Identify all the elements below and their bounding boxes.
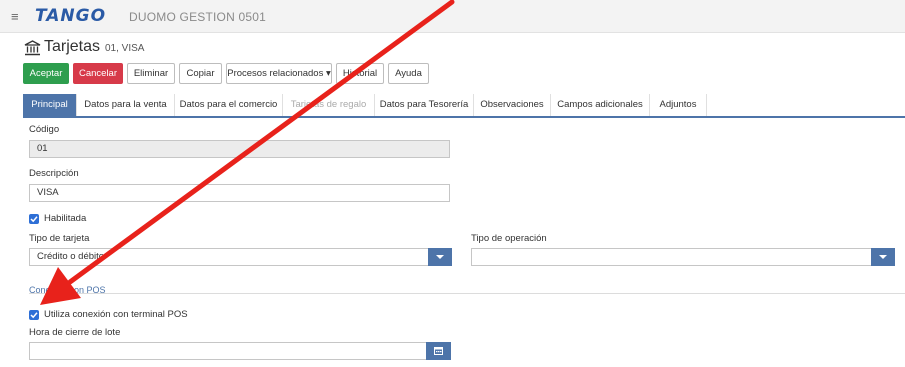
cancel-button[interactable]: Cancelar bbox=[73, 63, 123, 84]
section-divider bbox=[29, 293, 905, 294]
app-logo: TANGO bbox=[35, 6, 107, 26]
tipo-operacion-select[interactable] bbox=[471, 248, 895, 266]
tab-bar: Principal Datos para la venta Datos para… bbox=[23, 94, 905, 118]
tab-datos-venta[interactable]: Datos para la venta bbox=[77, 94, 175, 116]
copy-button[interactable]: Copiar bbox=[179, 63, 222, 84]
habilitada-label: Habilitada bbox=[44, 213, 87, 224]
tab-datos-comercio[interactable]: Datos para el comercio bbox=[175, 94, 283, 116]
tab-principal[interactable]: Principal bbox=[23, 94, 77, 116]
help-button[interactable]: Ayuda bbox=[388, 63, 429, 84]
tab-campos-adicionales[interactable]: Campos adicionales bbox=[551, 94, 650, 116]
habilitada-checkbox[interactable] bbox=[29, 214, 39, 224]
page-title: Tarjetas bbox=[44, 38, 101, 55]
tipo-operacion-label: Tipo de operación bbox=[471, 233, 547, 244]
codigo-label: Código bbox=[29, 124, 60, 135]
tab-observaciones[interactable]: Observaciones bbox=[474, 94, 551, 116]
hamburger-icon[interactable]: ≡ bbox=[11, 9, 19, 24]
tab-datos-tesoreria[interactable]: Datos para Tesorería bbox=[375, 94, 474, 116]
tab-tarjetas-regalo[interactable]: Tarjetas de regalo bbox=[283, 94, 375, 116]
bank-icon bbox=[24, 40, 41, 56]
hora-cierre-label: Hora de cierre de lote bbox=[29, 327, 121, 338]
related-processes-button[interactable]: Procesos relacionados ▾ bbox=[226, 63, 332, 84]
accept-button[interactable]: Aceptar bbox=[23, 63, 69, 84]
chevron-down-icon[interactable] bbox=[871, 248, 895, 266]
tipo-tarjeta-label: Tipo de tarjeta bbox=[29, 233, 90, 244]
hora-cierre-field[interactable] bbox=[29, 342, 451, 360]
codigo-field[interactable]: 01 bbox=[29, 140, 450, 158]
calendar-icon bbox=[434, 347, 443, 355]
company-name: DUOMO GESTION 0501 bbox=[129, 10, 266, 24]
tab-adjuntos[interactable]: Adjuntos bbox=[650, 94, 707, 116]
calendar-button[interactable] bbox=[426, 342, 451, 360]
descripcion-label: Descripción bbox=[29, 168, 79, 179]
utiliza-pos-label: Utiliza conexión con terminal POS bbox=[44, 309, 188, 320]
page-subtitle: 01, VISA bbox=[105, 43, 145, 54]
check-icon bbox=[30, 312, 38, 319]
top-bar: ≡ TANGO DUOMO GESTION 0501 bbox=[0, 0, 905, 33]
tipo-tarjeta-value: Crédito o débito bbox=[37, 251, 105, 262]
delete-button[interactable]: Eliminar bbox=[127, 63, 175, 84]
check-icon bbox=[30, 216, 38, 223]
chevron-down-icon[interactable] bbox=[428, 248, 452, 266]
utiliza-pos-checkbox[interactable] bbox=[29, 310, 39, 320]
tipo-tarjeta-select[interactable]: Crédito o débito bbox=[29, 248, 452, 266]
descripcion-field[interactable]: VISA bbox=[29, 184, 450, 202]
history-button[interactable]: Historial bbox=[336, 63, 384, 84]
